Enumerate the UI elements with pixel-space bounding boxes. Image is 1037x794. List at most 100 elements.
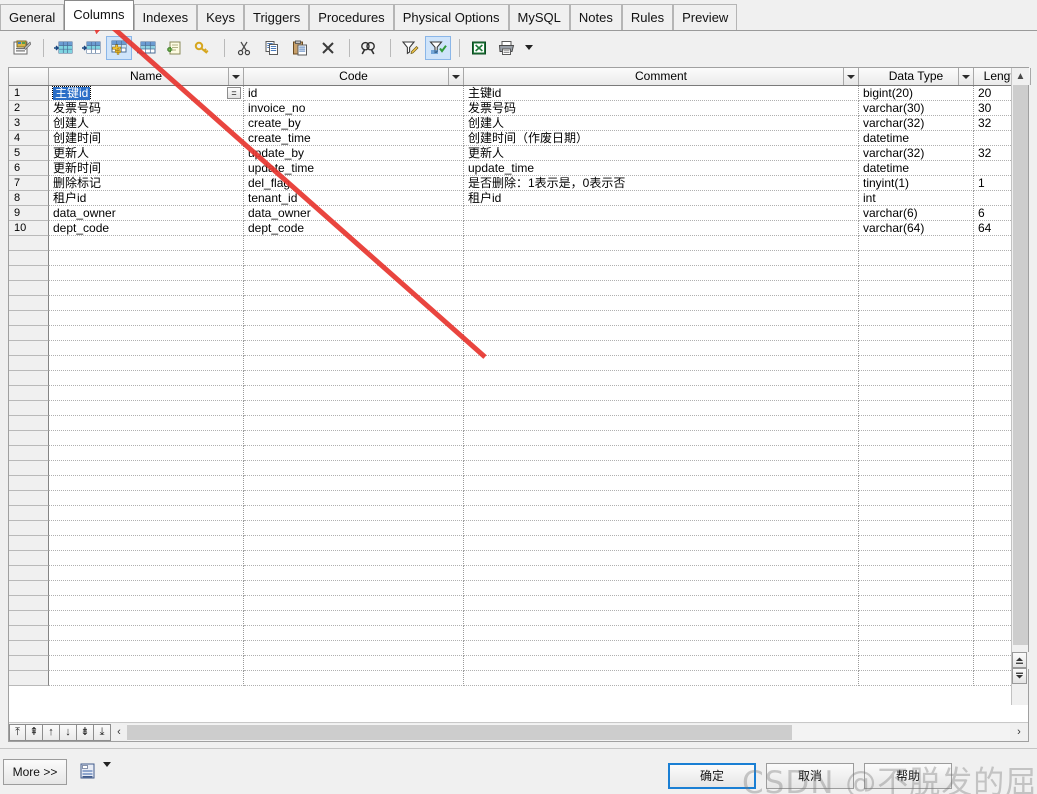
row-number-cell[interactable] xyxy=(9,491,49,506)
cell-code[interactable] xyxy=(244,401,464,416)
move-down-button[interactable]: ↓ xyxy=(60,723,77,741)
add-row-icon[interactable] xyxy=(106,35,132,60)
cell-comment[interactable] xyxy=(464,536,859,551)
cell-datatype[interactable] xyxy=(859,506,974,521)
cell-code[interactable] xyxy=(244,371,464,386)
cell-name[interactable] xyxy=(49,551,244,566)
row-number-cell[interactable] xyxy=(9,371,49,386)
cell-name[interactable]: dept_code xyxy=(49,221,244,236)
empty-table-row[interactable] xyxy=(9,566,1028,581)
cell-name[interactable]: 发票号码 xyxy=(49,101,244,116)
empty-table-row[interactable] xyxy=(9,461,1028,476)
delete-icon[interactable] xyxy=(315,36,341,60)
cell-comment[interactable] xyxy=(464,356,859,371)
print-dropdown-icon[interactable] xyxy=(522,36,536,60)
vertical-scrollbar[interactable]: ▲ ▼ xyxy=(1011,68,1029,705)
cell-name[interactable] xyxy=(49,566,244,581)
cell-code[interactable] xyxy=(244,251,464,266)
row-number-cell[interactable] xyxy=(9,566,49,581)
edit-filter-icon[interactable] xyxy=(397,36,423,60)
cell-code[interactable] xyxy=(244,611,464,626)
column-header-name[interactable]: Name xyxy=(49,68,244,85)
empty-table-row[interactable] xyxy=(9,656,1028,671)
cell-comment[interactable]: 创建时间（作废日期） xyxy=(464,131,859,146)
cut-icon[interactable] xyxy=(231,36,257,60)
table-row[interactable]: 9 data_owner data_owner varchar(6) 6 xyxy=(9,206,1028,221)
row-number-cell[interactable] xyxy=(9,431,49,446)
tab-physical-options[interactable]: Physical Options xyxy=(393,4,509,30)
add-note-icon[interactable] xyxy=(162,36,188,60)
column-filter-dropdown-icon[interactable] xyxy=(228,68,243,85)
column-header-code[interactable]: Code xyxy=(244,68,464,85)
cell-datatype[interactable]: varchar(64) xyxy=(859,221,974,236)
cancel-button[interactable]: 取消 xyxy=(766,763,854,789)
scroll-left-button[interactable]: ‹ xyxy=(111,724,127,741)
cell-code[interactable] xyxy=(244,596,464,611)
cell-comment[interactable] xyxy=(464,206,859,221)
cell-comment[interactable] xyxy=(464,266,859,281)
row-number-cell[interactable] xyxy=(9,476,49,491)
cell-comment[interactable] xyxy=(464,221,859,236)
cell-name[interactable]: data_owner xyxy=(49,206,244,221)
tab-keys[interactable]: Keys xyxy=(197,4,244,30)
scroll-up-button[interactable]: ▲ xyxy=(1012,68,1029,85)
column-filter-dropdown-icon[interactable] xyxy=(843,68,858,85)
cell-code[interactable]: update_by xyxy=(244,146,464,161)
more-button[interactable]: More >> xyxy=(3,759,67,785)
cell-datatype[interactable] xyxy=(859,296,974,311)
cell-datatype[interactable] xyxy=(859,281,974,296)
cell-name[interactable] xyxy=(49,296,244,311)
row-number-cell[interactable] xyxy=(9,671,49,686)
row-number-cell[interactable]: 8 xyxy=(9,191,49,206)
cell-comment[interactable] xyxy=(464,566,859,581)
insert-row-icon[interactable] xyxy=(50,36,76,60)
row-number-cell[interactable] xyxy=(9,311,49,326)
table-row[interactable]: 5 更新人 update_by 更新人 varchar(32) 32 xyxy=(9,146,1028,161)
cell-code[interactable]: update_time xyxy=(244,161,464,176)
cell-datatype[interactable]: datetime xyxy=(859,161,974,176)
table-row[interactable]: 8 租户id tenant_id 租户id int xyxy=(9,191,1028,206)
tab-procedures[interactable]: Procedures xyxy=(309,4,394,30)
cell-comment[interactable] xyxy=(464,416,859,431)
cell-datatype[interactable] xyxy=(859,476,974,491)
cell-code[interactable] xyxy=(244,236,464,251)
horizontal-scroll-thumb[interactable] xyxy=(127,724,792,740)
empty-table-row[interactable] xyxy=(9,296,1028,311)
row-number-cell[interactable] xyxy=(9,446,49,461)
cell-name[interactable] xyxy=(49,281,244,296)
apply-filter-icon[interactable] xyxy=(425,35,451,60)
table-row[interactable]: 2 发票号码 invoice_no 发票号码 varchar(30) 30 xyxy=(9,101,1028,116)
cell-name[interactable] xyxy=(49,356,244,371)
cell-code[interactable] xyxy=(244,431,464,446)
cell-name[interactable] xyxy=(49,311,244,326)
cell-comment[interactable] xyxy=(464,431,859,446)
cell-code[interactable] xyxy=(244,461,464,476)
empty-table-row[interactable] xyxy=(9,551,1028,566)
cell-datatype[interactable] xyxy=(859,596,974,611)
cell-code[interactable] xyxy=(244,386,464,401)
cell-comment[interactable] xyxy=(464,656,859,671)
empty-table-row[interactable] xyxy=(9,416,1028,431)
cell-datatype[interactable] xyxy=(859,611,974,626)
cell-code[interactable] xyxy=(244,356,464,371)
cell-datatype[interactable] xyxy=(859,491,974,506)
cell-comment[interactable]: 发票号码 xyxy=(464,101,859,116)
empty-table-row[interactable] xyxy=(9,356,1028,371)
cell-code[interactable]: del_flag xyxy=(244,176,464,191)
cell-name[interactable] xyxy=(49,581,244,596)
empty-table-row[interactable] xyxy=(9,446,1028,461)
cell-name[interactable]: 创建人 xyxy=(49,116,244,131)
cell-name[interactable] xyxy=(49,371,244,386)
cell-datatype[interactable] xyxy=(859,536,974,551)
cell-name[interactable]: 更新人 xyxy=(49,146,244,161)
cell-name[interactable] xyxy=(49,536,244,551)
tab-columns[interactable]: Columns xyxy=(64,0,134,30)
cell-name[interactable] xyxy=(49,446,244,461)
empty-table-row[interactable] xyxy=(9,326,1028,341)
cell-code[interactable] xyxy=(244,296,464,311)
move-down-fast-button[interactable]: ⇟ xyxy=(77,723,94,741)
empty-table-row[interactable] xyxy=(9,536,1028,551)
cell-datatype[interactable] xyxy=(859,371,974,386)
row-number-cell[interactable] xyxy=(9,521,49,536)
cell-code[interactable]: data_owner xyxy=(244,206,464,221)
